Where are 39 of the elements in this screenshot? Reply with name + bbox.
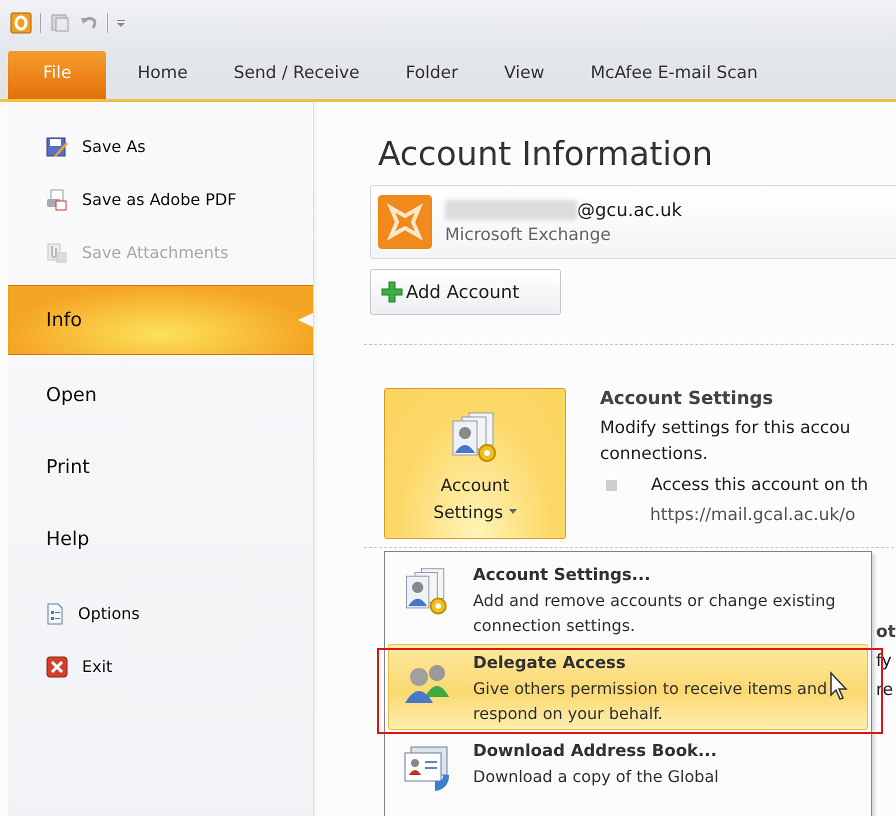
save-icon[interactable]: [49, 12, 71, 34]
page-title: Account Information: [378, 134, 714, 173]
sidebar-tab[interactable]: Info: [8, 285, 313, 355]
close-icon: [46, 656, 68, 678]
section-description: Modify settings for this accou: [600, 417, 852, 440]
floppy-pencil-icon: [46, 136, 68, 158]
ribbon-tab[interactable]: Home: [114, 51, 211, 99]
sidebar-tab[interactable]: Help: [8, 503, 313, 575]
account-selector[interactable]: @gcu.ac.uk Microsoft Exchange: [370, 185, 896, 259]
sidebar-tab[interactable]: Open: [8, 359, 313, 431]
document-printer-icon: [46, 188, 68, 210]
ribbon-tab[interactable]: Folder: [382, 51, 482, 99]
paperclip-document-icon: [46, 242, 68, 264]
document-icon: [46, 602, 64, 624]
ribbon-tab[interactable]: McAfee E-mail Scan: [567, 51, 781, 99]
add-account-button[interactable]: Add Account: [370, 269, 561, 315]
menu-item[interactable]: Delegate Access Give others permission to receive items and respond on your behalf.: [388, 644, 868, 730]
sidebar-tab[interactable]: Print: [8, 431, 313, 503]
menu-item[interactable]: Account Settings... Add and remove accounts or change existing connection settings.: [388, 556, 868, 642]
bullet-text: Access this account on th: [651, 475, 868, 495]
sidebar-command[interactable]: Save As: [8, 120, 313, 173]
account-address: @gcu.ac.uk: [577, 200, 682, 220]
bullet-icon: [606, 480, 617, 490]
partial-text: ot: [876, 622, 896, 642]
exchange-icon: [377, 194, 433, 250]
account-type: Microsoft Exchange: [445, 224, 612, 244]
menu-item[interactable]: Download Address Book... Download a copy of the Global: [388, 732, 868, 816]
plus-icon: [381, 281, 403, 303]
ribbon-tab[interactable]: View: [481, 51, 568, 99]
section-heading: Account Settings: [600, 388, 774, 409]
sidebar-command[interactable]: Options: [8, 587, 313, 640]
mouse-pointer-icon: [829, 671, 849, 701]
sidebar-command[interactable]: Save as Adobe PDF: [8, 173, 313, 226]
ribbon-tab[interactable]: Send / Receive: [210, 51, 383, 99]
section-description: connections.: [600, 443, 709, 466]
account-settings-button[interactable]: Account Settings: [384, 388, 566, 539]
web-link[interactable]: https://mail.gcal.ac.uk/o: [650, 505, 868, 525]
sidebar-command[interactable]: Exit: [8, 640, 313, 693]
app-icon[interactable]: [10, 12, 32, 34]
